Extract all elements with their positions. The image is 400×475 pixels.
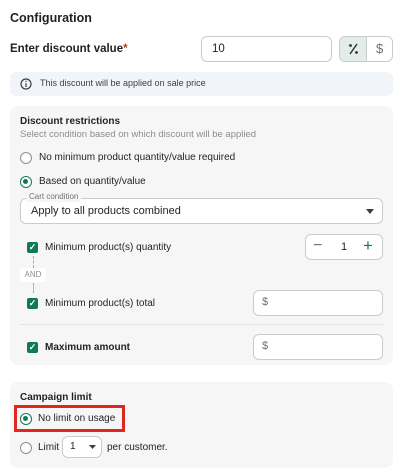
min-total-prefix: $ bbox=[262, 296, 269, 308]
page-title: Configuration bbox=[10, 11, 92, 25]
decrement-button[interactable]: − bbox=[313, 237, 322, 255]
divider bbox=[20, 324, 383, 325]
chevron-down-icon bbox=[89, 445, 96, 449]
discount-value-text: 10 bbox=[212, 43, 225, 55]
required-mark: * bbox=[123, 43, 128, 55]
option-based-on-quantity[interactable]: Based on quantity/value bbox=[20, 175, 320, 191]
increment-button[interactable]: + bbox=[363, 236, 373, 256]
discount-type-toggle: $ bbox=[339, 36, 393, 62]
restrictions-title: Discount restrictions bbox=[20, 116, 121, 127]
option-no-minimum[interactable]: No minimum product quantity/value requir… bbox=[20, 151, 320, 167]
min-total-checkbox[interactable]: ✓ bbox=[27, 298, 38, 309]
min-qty-checkbox[interactable]: ✓ bbox=[27, 242, 38, 253]
cart-condition-value: Apply to all products combined bbox=[31, 205, 181, 217]
option-limit: Limit 1 per customer. bbox=[20, 436, 190, 458]
option-based-label: Based on quantity/value bbox=[39, 176, 146, 187]
info-text: This discount will be applied on sale pr… bbox=[40, 78, 206, 88]
chevron-down-icon bbox=[366, 209, 374, 214]
option-no-minimum-label: No minimum product quantity/value requir… bbox=[39, 152, 236, 163]
connector-line-top bbox=[33, 256, 34, 268]
percent-icon bbox=[349, 43, 358, 55]
dollar-icon: $ bbox=[376, 41, 384, 56]
radio-no-limit[interactable] bbox=[20, 413, 32, 425]
cart-condition-label: Cart condition bbox=[26, 192, 82, 202]
info-icon bbox=[20, 78, 32, 90]
limit-count-value: 1 bbox=[70, 441, 76, 452]
min-qty-stepper: − 1 + bbox=[305, 234, 383, 260]
connector-line-bottom bbox=[33, 283, 34, 293]
min-total-input[interactable]: $ bbox=[253, 290, 383, 316]
option-no-limit[interactable]: No limit on usage bbox=[20, 412, 120, 428]
radio-based-on-quantity[interactable] bbox=[20, 176, 32, 188]
and-badge: AND bbox=[20, 268, 46, 282]
max-amount-label: Maximum amount bbox=[45, 342, 131, 353]
option-limit-label: Limit bbox=[38, 442, 60, 453]
restrictions-subtitle: Select condition based on which discount… bbox=[20, 129, 257, 140]
min-total-label: Minimum product(s) total bbox=[45, 298, 156, 309]
discount-value-input[interactable]: 10 bbox=[201, 36, 332, 62]
dollar-button[interactable]: $ bbox=[367, 37, 392, 61]
limit-count-select[interactable]: 1 bbox=[62, 436, 102, 458]
min-qty-value: 1 bbox=[341, 241, 348, 253]
option-no-limit-label: No limit on usage bbox=[38, 413, 116, 424]
radio-limit[interactable] bbox=[20, 442, 32, 454]
discount-value-label: Enter discount value* bbox=[10, 43, 128, 55]
info-banner: This discount will be applied on sale pr… bbox=[10, 72, 393, 96]
per-customer-label: per customer. bbox=[107, 442, 168, 453]
max-amount-prefix: $ bbox=[262, 340, 269, 352]
min-qty-label: Minimum product(s) quantity bbox=[45, 242, 172, 253]
max-amount-input[interactable]: $ bbox=[253, 334, 383, 360]
campaign-limit-title: Campaign limit bbox=[20, 392, 92, 403]
max-amount-checkbox[interactable]: ✓ bbox=[27, 342, 38, 353]
radio-no-minimum[interactable] bbox=[20, 152, 32, 164]
percent-button[interactable] bbox=[340, 37, 367, 61]
